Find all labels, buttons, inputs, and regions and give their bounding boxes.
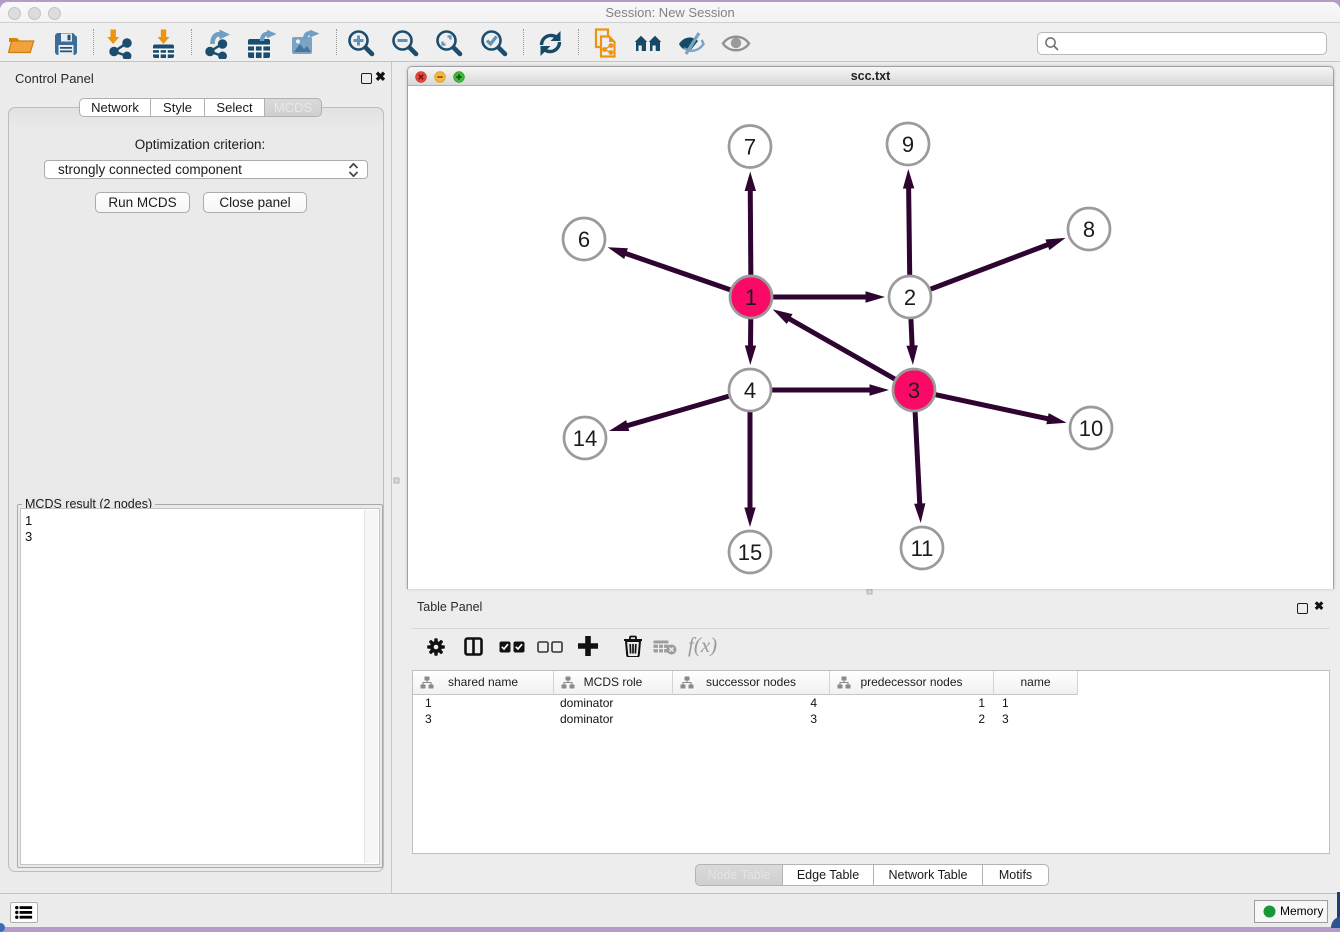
svg-text:6: 6 (578, 227, 590, 252)
svg-text:8: 8 (1083, 217, 1095, 242)
svg-text:9: 9 (902, 132, 914, 157)
svg-text:2: 2 (904, 285, 916, 310)
svg-text:15: 15 (738, 540, 762, 565)
svg-text:3: 3 (908, 378, 920, 403)
svg-text:4: 4 (744, 378, 756, 403)
svg-text:14: 14 (573, 426, 597, 451)
svg-text:10: 10 (1079, 416, 1103, 441)
svg-text:11: 11 (911, 536, 934, 561)
svg-text:7: 7 (744, 135, 756, 160)
svg-text:1: 1 (745, 285, 757, 310)
